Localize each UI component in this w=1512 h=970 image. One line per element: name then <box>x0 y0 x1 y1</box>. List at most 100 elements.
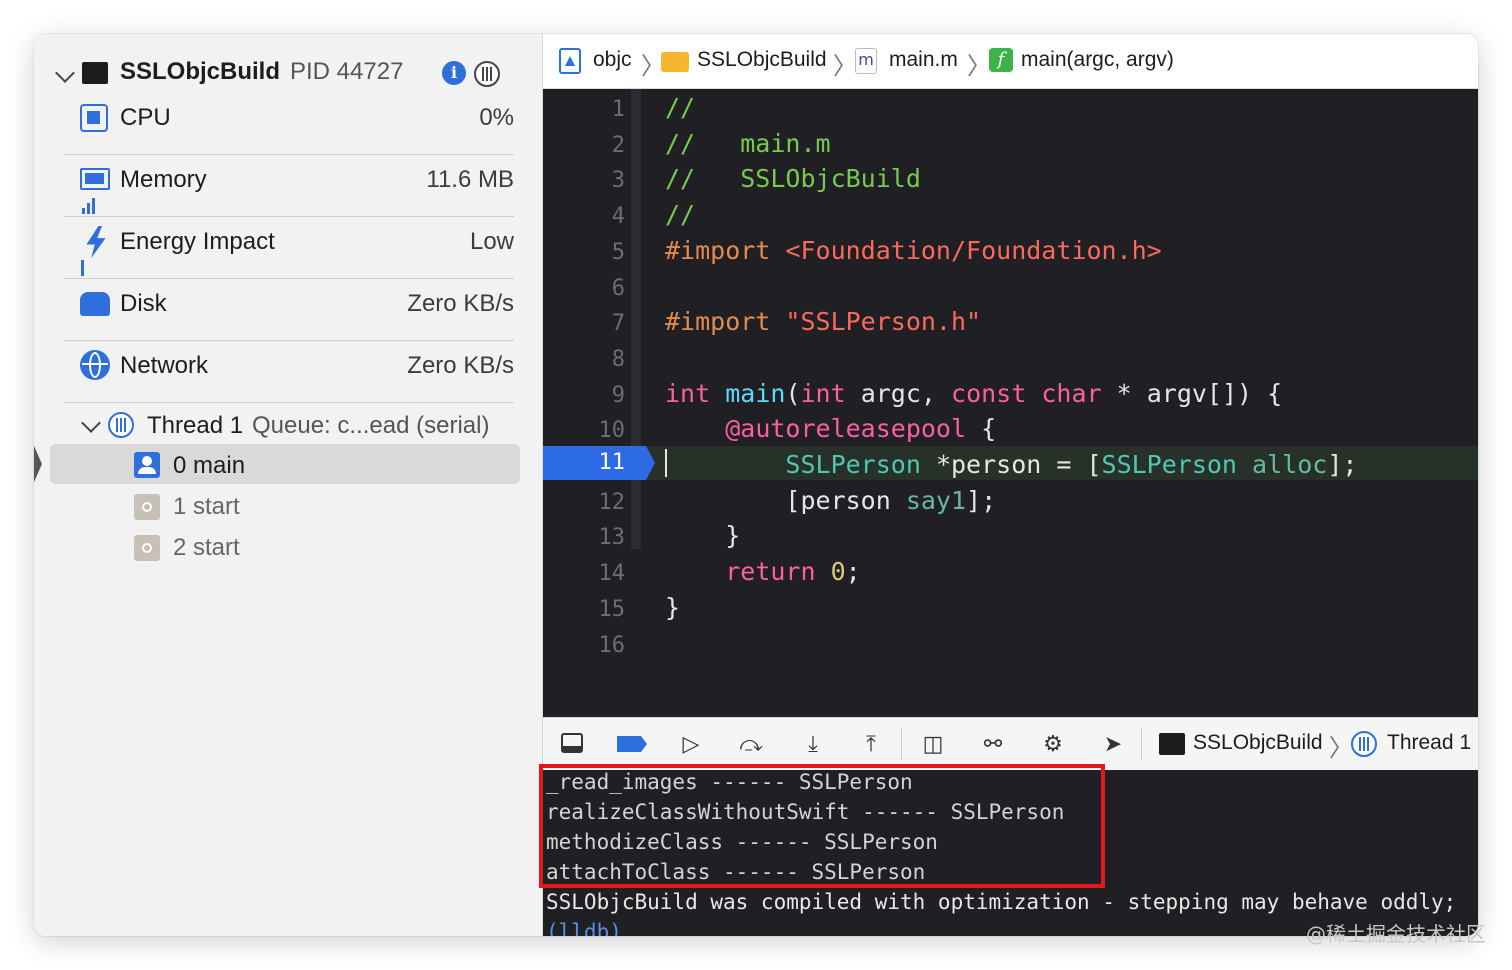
line-number[interactable]: 12 <box>563 490 626 515</box>
breadcrumb-folder[interactable]: SSLObjcBuild <box>697 48 827 72</box>
environment-overrides-icon[interactable]: ⚙ <box>1039 730 1067 758</box>
line-number[interactable]: 13 <box>563 525 626 550</box>
code-line: // SSLObjcBuild <box>665 164 921 193</box>
frame-label: 0 main <box>173 452 246 479</box>
code-token: ]; <box>1327 450 1358 479</box>
code-token: int <box>665 378 711 408</box>
gauge-value: 11.6 MB <box>426 166 514 193</box>
code-line: [person say1]; <box>665 486 996 515</box>
line-number[interactable]: 5 <box>563 240 625 265</box>
breadcrumb-function[interactable]: main(argc, argv) <box>1021 48 1174 72</box>
code-token: // main.m <box>665 128 831 158</box>
breadcrumb-project[interactable]: objc <box>593 48 632 72</box>
code-token: // SSLObjcBuild <box>665 164 921 194</box>
console-line: _read_images ------ SSLPerson <box>546 770 913 794</box>
line-number[interactable]: 3 <box>563 168 625 193</box>
function-icon: f <box>989 48 1013 72</box>
step-over-icon[interactable]: ⤼ <box>737 730 765 758</box>
code-token: *person = [ <box>920 450 1102 479</box>
divider <box>64 340 514 341</box>
code-line: @autoreleasepool { <box>665 414 996 443</box>
code-token: "SSLPerson.h" <box>785 307 982 337</box>
info-icon[interactable]: i <box>442 61 466 85</box>
simulate-location-icon[interactable]: ➤ <box>1099 730 1127 758</box>
line-number[interactable]: 8 <box>563 347 625 372</box>
folder-icon <box>661 52 689 72</box>
gauge-label: Disk <box>120 290 167 317</box>
disclosure-chevron-icon[interactable] <box>55 63 75 83</box>
gauge-value: Low <box>469 228 514 255</box>
code-token: 0 <box>830 557 846 587</box>
code-line: // main.m <box>665 129 831 158</box>
code-token: SSLPerson <box>785 450 921 479</box>
line-number[interactable]: 14 <box>563 561 626 586</box>
code-token: ; <box>845 557 861 587</box>
line-number[interactable]: 4 <box>563 204 625 229</box>
code-token: <Foundation/Foundation.h> <box>785 235 1162 265</box>
jump-bar: objc 〉 SSLObjcBuild 〉 m main.m 〉 f main(… <box>543 34 1478 89</box>
line-number[interactable]: 6 <box>563 276 625 301</box>
gauge-label: Energy Impact <box>120 228 275 255</box>
code-token: #import <box>665 235 786 265</box>
frame-label: 2 start <box>173 534 240 561</box>
line-number-gutter[interactable]: 1 2 3 4 5 6 7 8 9 10 12 13 14 15 16 <box>543 89 643 717</box>
debug-navigator: SSLObjcBuild PID 44727 i CPU 0% Memory 1… <box>34 34 543 936</box>
gauge-label: Memory <box>120 166 207 193</box>
console-line: methodizeClass ------ SSLPerson <box>546 830 938 854</box>
debug-thread-name[interactable]: Thread 1 <box>1387 731 1471 755</box>
debug-console[interactable]: _read_images ------ SSLPerson realizeCla… <box>539 764 1478 936</box>
breadcrumb-file[interactable]: main.m <box>889 48 958 72</box>
line-number[interactable]: 15 <box>563 597 626 622</box>
divider <box>64 278 514 279</box>
code-token: char <box>1041 378 1102 408</box>
line-number[interactable]: 2 <box>563 133 625 158</box>
energy-level-bar <box>81 260 84 276</box>
line-number[interactable]: 16 <box>563 633 626 658</box>
code-token: ( <box>785 378 801 408</box>
code-token: } <box>665 521 741 551</box>
breakpoints-toggle-icon[interactable] <box>617 730 647 758</box>
line-number[interactable]: 10 <box>563 418 626 443</box>
user-frame-icon <box>134 452 160 478</box>
code-token: // <box>665 93 696 122</box>
globe-icon <box>80 350 110 380</box>
line-number[interactable]: 9 <box>563 383 625 408</box>
step-out-icon[interactable]: ⤒ <box>857 730 885 758</box>
code-line: SSLPerson *person = [SSLPerson alloc]; <box>665 450 1357 479</box>
view-hierarchy-icon[interactable]: ◫ <box>919 730 947 758</box>
code-line: #import "SSLPerson.h" <box>665 307 981 336</box>
hide-debug-area-icon[interactable] <box>559 730 587 758</box>
threads-icon[interactable] <box>474 61 500 87</box>
line-number[interactable]: 1 <box>563 97 625 122</box>
code-token: main <box>725 378 786 408</box>
gauge-value: 0% <box>479 104 514 131</box>
code-token: say1 <box>905 485 967 515</box>
line-number[interactable]: 7 <box>563 311 625 336</box>
thread-name: Thread 1 <box>147 412 244 439</box>
gauge-value: Zero KB/s <box>407 290 514 317</box>
disclosure-chevron-icon[interactable] <box>81 413 101 433</box>
console-line: SSLObjcBuild was compiled with optimizat… <box>546 890 1457 914</box>
memory-graph-icon[interactable]: ⚯ <box>979 730 1007 758</box>
disk-icon <box>80 292 110 316</box>
system-frame-icon <box>134 494 160 520</box>
code-line: return 0; <box>665 557 861 586</box>
chevron-right-icon: 〉 <box>1329 735 1353 762</box>
code-line: } <box>665 521 740 550</box>
code-token: * argv[]) { <box>1101 378 1283 408</box>
lldb-prompt[interactable]: (lldb) <box>546 920 622 936</box>
process-terminal-icon <box>1159 733 1185 755</box>
continue-icon[interactable]: ▷ <box>677 730 705 758</box>
bolt-icon <box>86 226 106 258</box>
process-pid: PID 44727 <box>290 58 404 85</box>
code-token: @autoreleasepool <box>725 414 967 444</box>
thread-icon <box>108 412 134 438</box>
debug-process-name[interactable]: SSLObjcBuild <box>1193 731 1323 755</box>
step-into-icon[interactable]: ⤓ <box>799 730 827 758</box>
source-editor[interactable]: 1 2 3 4 5 6 7 8 9 10 12 13 14 15 16 11 //// main.m// S… <box>543 89 1478 717</box>
